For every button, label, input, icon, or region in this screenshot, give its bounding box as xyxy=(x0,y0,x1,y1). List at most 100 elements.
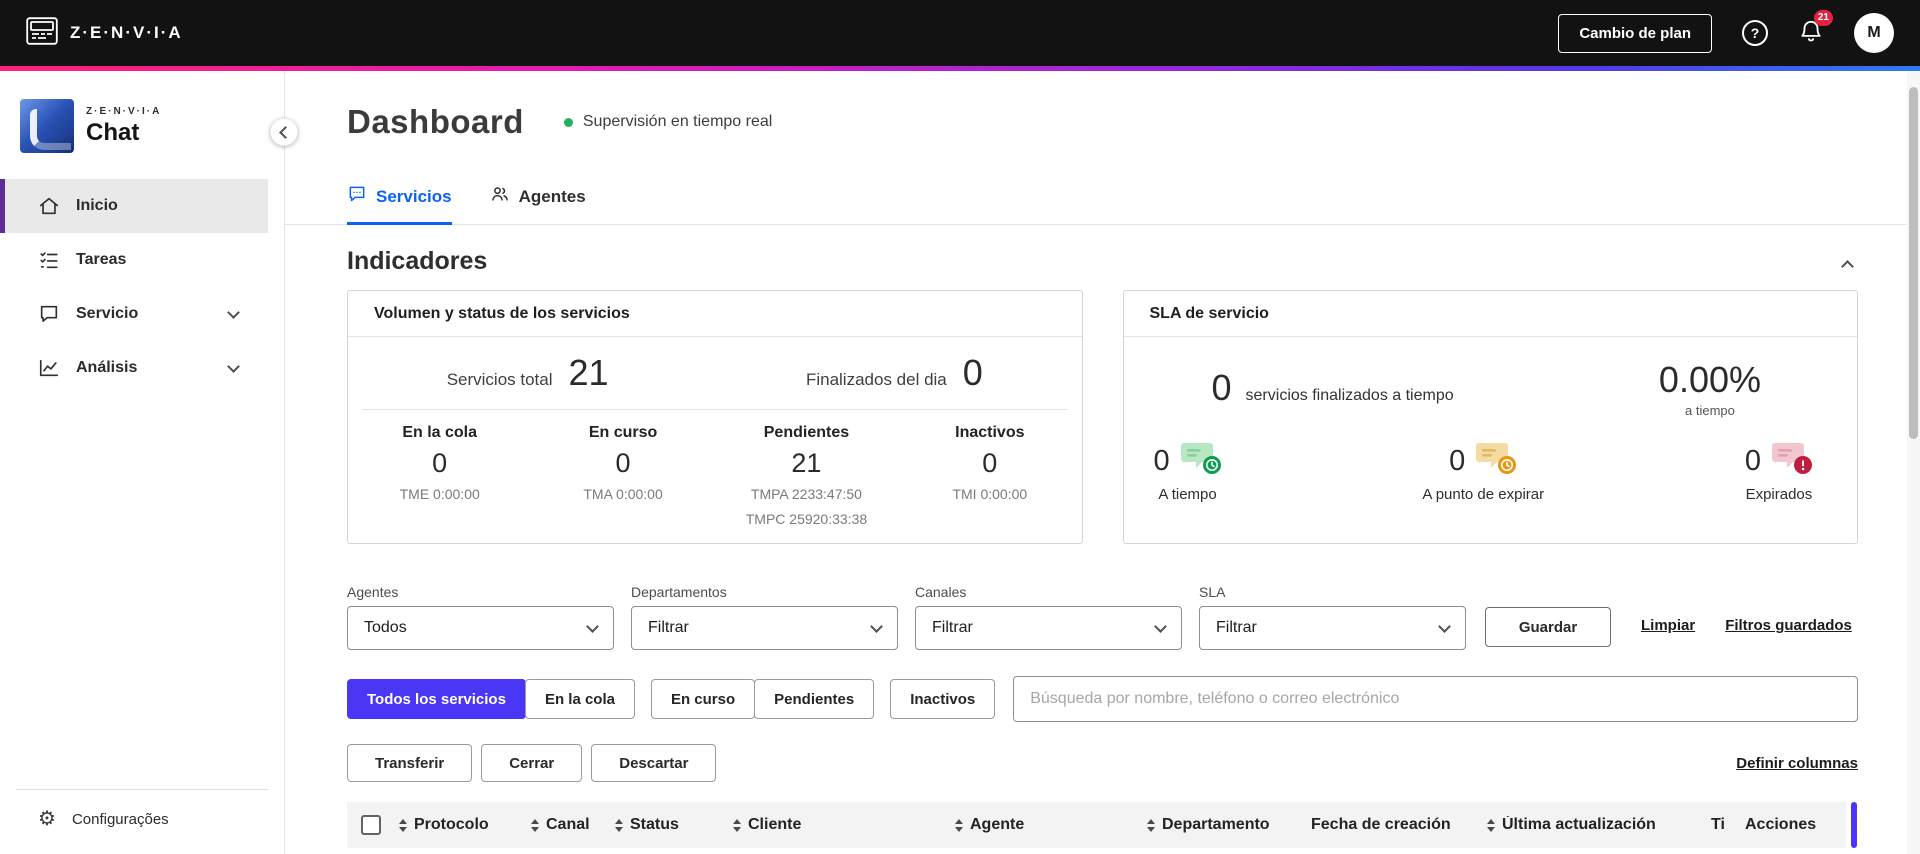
sort-icon[interactable] xyxy=(733,818,741,832)
sort-icon[interactable] xyxy=(1487,818,1495,832)
sort-icon[interactable] xyxy=(1147,818,1155,832)
services-total: Servicios total 21 xyxy=(446,352,609,393)
stat-pendientes: Pendientes 21 TMPA 2233:47:50 TMPC 25920… xyxy=(745,424,868,528)
sidebar-menu: Inicio Tareas Servicio Análisis xyxy=(0,179,284,395)
sidebar-item-label: Configurações xyxy=(71,810,169,828)
home-icon xyxy=(38,195,60,217)
sort-icon[interactable] xyxy=(955,818,963,832)
table-header-row: Protocolo Canal Status Cliente Agente De… xyxy=(347,802,1846,848)
tab-servicios[interactable]: Servicios xyxy=(347,184,452,225)
tasks-icon xyxy=(38,249,60,271)
filter-canales: Canales Filtrar xyxy=(915,584,1182,650)
departamentos-select[interactable]: Filtrar xyxy=(631,606,898,650)
chat-bubble-icon xyxy=(38,303,60,325)
column-ultima-actualizacion[interactable]: Última actualización xyxy=(1487,816,1711,834)
sidebar-item-label: Inicio xyxy=(76,197,118,214)
stat-en-curso: En curso 0 TMA 0:00:00 xyxy=(583,424,663,502)
services-total-value: 21 xyxy=(568,352,609,393)
sidebar-item-inicio[interactable]: Inicio xyxy=(0,179,268,233)
column-agente[interactable]: Agente xyxy=(955,816,1147,834)
sla-ontime-icon xyxy=(1180,441,1222,482)
tab-label: Servicios xyxy=(376,186,452,206)
sla-stat-expirados: 0 Expirados xyxy=(1745,441,1813,503)
realtime-status: Supervisión en tiempo real xyxy=(563,113,773,131)
sidebar-item-analisis[interactable]: Análisis xyxy=(0,341,268,395)
service-tab-inactivos[interactable]: Inactivos xyxy=(890,679,996,719)
sidebar-item-label: Tareas xyxy=(76,251,127,268)
main-tabs: Servicios Agentes xyxy=(347,184,1858,225)
sidebar: Z·E·N·V·I·A Chat Inicio Tareas Servicio … xyxy=(0,71,298,854)
agentes-select[interactable]: Todos xyxy=(347,606,614,650)
chat-logo-product: Chat xyxy=(86,118,140,146)
page-scrollbar-thumb[interactable] xyxy=(1909,87,1918,439)
chevron-down-icon xyxy=(227,359,240,373)
chevron-down-icon xyxy=(1438,619,1451,633)
service-tab-en-la-cola[interactable]: En la cola xyxy=(524,679,635,719)
sort-icon[interactable] xyxy=(531,818,539,832)
column-acciones: Acciones xyxy=(1745,816,1817,833)
sidebar-item-label: Servicio xyxy=(76,305,139,322)
column-departamento[interactable]: Departamento xyxy=(1147,816,1311,834)
zenvia-logo-icon xyxy=(26,16,58,50)
service-tab-en-curso[interactable]: En curso xyxy=(650,679,756,719)
select-all-checkbox[interactable] xyxy=(361,815,381,835)
realtime-status-label: Supervisión en tiempo real xyxy=(582,113,773,130)
sidebar-item-configuracoes[interactable]: ⚙ Configurações xyxy=(0,796,268,842)
discard-button[interactable]: Descartar xyxy=(591,744,717,782)
chevron-up-icon xyxy=(1841,260,1854,273)
table-scrollbar-thumb[interactable] xyxy=(1851,802,1857,848)
column-status[interactable]: Status xyxy=(615,816,733,834)
saved-filters-link[interactable]: Filtros guardados xyxy=(1725,617,1852,634)
chevron-left-icon xyxy=(279,125,292,139)
volume-status-card: Volumen y status de los servicios Servic… xyxy=(347,290,1083,544)
page-scrollbar-track[interactable] xyxy=(1907,71,1920,854)
main-content: Dashboard Supervisión en tiempo real Ser… xyxy=(285,71,1920,854)
tab-label: Agentes xyxy=(518,186,586,206)
save-filters-button[interactable]: Guardar xyxy=(1485,607,1611,647)
sidebar-item-servicio[interactable]: Servicio xyxy=(0,287,268,341)
notification-badge: 21 xyxy=(1813,9,1833,26)
help-button[interactable]: ? xyxy=(1742,20,1768,46)
column-canal[interactable]: Canal xyxy=(531,816,615,834)
chevron-down-icon xyxy=(227,305,240,319)
sidebar-item-label: Análisis xyxy=(76,359,138,376)
notifications-button[interactable]: 21 xyxy=(1798,9,1833,49)
indicators-title: Indicadores xyxy=(347,247,488,275)
chat-logo-icon xyxy=(20,99,74,153)
finalized-today: Finalizados del dia 0 xyxy=(805,352,983,393)
sla-card: SLA de servicio 0 servicios finalizados … xyxy=(1122,290,1858,544)
canales-select[interactable]: Filtrar xyxy=(915,606,1182,650)
column-protocolo[interactable]: Protocolo xyxy=(399,816,531,834)
service-tab-todos[interactable]: Todos los servicios xyxy=(347,679,526,719)
search-input[interactable] xyxy=(1013,676,1858,722)
gear-icon: ⚙ xyxy=(38,808,56,830)
chat-logo-brand: Z·E·N·V·I·A xyxy=(86,105,162,117)
filter-agentes: Agentes Todos xyxy=(347,584,614,650)
sort-icon[interactable] xyxy=(615,818,623,832)
transfer-button[interactable]: Transferir xyxy=(347,744,473,782)
close-button[interactable]: Cerrar xyxy=(481,744,583,782)
sla-percent: 0.00% a tiempo xyxy=(1658,358,1761,418)
sidebar-collapse-button[interactable] xyxy=(270,118,298,146)
stat-en-la-cola: En la cola 0 TME 0:00:00 xyxy=(399,424,480,502)
avatar[interactable]: M xyxy=(1854,13,1894,53)
services-table: Protocolo Canal Status Cliente Agente De… xyxy=(347,802,1858,848)
chat-tab-icon xyxy=(347,184,367,209)
zenvia-logo[interactable]: Z·E·N·V·I·A xyxy=(26,16,183,50)
collapse-indicators-button[interactable] xyxy=(1837,248,1858,275)
sla-card-title: SLA de servicio xyxy=(1123,291,1857,337)
sidebar-item-tareas[interactable]: Tareas xyxy=(0,233,268,287)
column-cliente[interactable]: Cliente xyxy=(733,816,955,834)
column-tiempo[interactable]: Ti xyxy=(1711,816,1745,834)
sla-stat-a-punto-de-expirar: 0 A punto de expirar xyxy=(1422,441,1544,503)
define-columns-link[interactable]: Definir columnas xyxy=(1736,755,1858,772)
tab-agentes[interactable]: Agentes xyxy=(490,184,586,225)
chevron-down-icon xyxy=(870,619,883,633)
change-plan-button[interactable]: Cambio de plan xyxy=(1558,13,1712,53)
service-tab-pendientes[interactable]: Pendientes xyxy=(754,679,875,719)
sla-select[interactable]: Filtrar xyxy=(1199,606,1466,650)
clear-filters-link[interactable]: Limpiar xyxy=(1641,617,1695,634)
filter-departamentos: Departamentos Filtrar xyxy=(631,584,898,650)
sort-icon[interactable] xyxy=(399,818,407,832)
column-fecha-creacion[interactable]: Fecha de creación xyxy=(1311,816,1487,834)
